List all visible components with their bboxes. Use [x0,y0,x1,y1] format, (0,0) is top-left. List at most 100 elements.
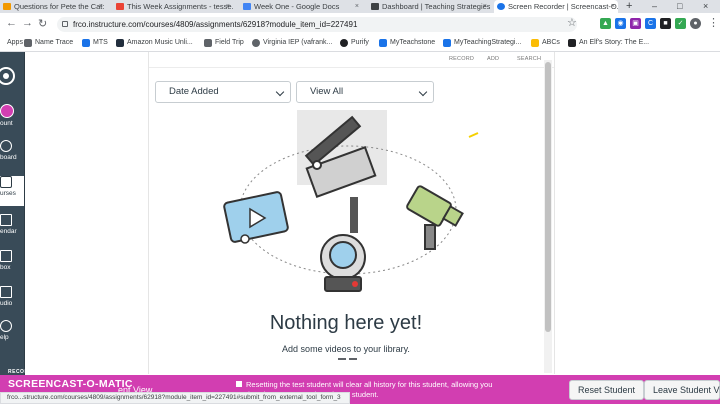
play-video-icon [223,191,289,244]
browser-tab-bar: Questions for Pete the Cat: I Lo... × Th… [0,0,720,13]
amazon-icon [116,39,124,47]
global-navigation: ount board urses endar box udio elp [0,52,25,375]
profile-avatar[interactable]: ● [690,18,701,29]
bookmark-virginia-iep[interactable]: Virginia IEP (vafrank... [252,35,332,51]
bookmark-amazon-music[interactable]: Amazon Music Unli... [116,35,193,51]
bookmark-field-trip[interactable]: Field Trip [204,35,244,51]
divider [149,67,554,68]
tab-gmail[interactable]: This Week Assignments - tesse... × [113,0,233,13]
sort-select[interactable]: Date Added [155,81,291,103]
search-action[interactable]: SEARCH [517,56,541,62]
add-action[interactable]: ADD [487,56,499,62]
bookmark-myteachingstrategies[interactable]: MyTeachingStrategi... [443,35,521,51]
empty-state-title: Nothing here yet! [269,312,423,334]
doc-favicon-icon [3,3,11,10]
nav-label: elp [0,334,9,341]
extension-c-icon[interactable]: C [645,18,656,29]
bookmark-icon [24,39,32,47]
url-bar[interactable]: frco.instructure.com/courses/4809/assign… [57,17,577,32]
forward-icon[interactable]: → [22,17,33,29]
nav-help[interactable]: elp [0,320,24,350]
tab-label: Screen Recorder | Screencast-O... [508,2,618,11]
bookmark-label: Name Trace [35,39,74,46]
menu-icon[interactable]: ⋮ [708,16,719,29]
star-icon[interactable]: ☆ [567,16,577,29]
window-close-button[interactable]: × [703,0,708,13]
nav-dashboard[interactable]: board [0,140,24,170]
view-select[interactable]: View All [296,81,434,103]
inbox-icon [0,250,12,262]
sort-select-value: Date Added [169,86,219,97]
maximize-button[interactable]: □ [677,0,682,13]
bookmark-icon [568,39,576,47]
nav-studio[interactable]: udio [0,286,24,316]
watermark-main: SCREENCAST-O-MATIC [8,378,133,390]
bookmark-name-trace[interactable]: Name Trace [24,35,73,51]
close-icon[interactable]: × [355,0,359,13]
tab-screencast[interactable]: Screen Recorder | Screencast-O... × [494,0,618,13]
address-toolbar: ← → ↻ frco.instructure.com/courses/4809/… [0,13,720,35]
webcam-icon [320,234,366,292]
new-tab-button[interactable]: + [626,0,632,13]
screencast-icon [497,3,505,10]
bookmark-icon [443,39,451,47]
bookmark-label: ABCs [542,39,560,46]
bookmark-icon [340,39,348,47]
bookmark-mts[interactable]: MTS [82,35,108,51]
tab-teaching-strategies[interactable]: Dashboard | Teaching Strategies × [368,0,490,13]
calendar-icon [0,214,12,226]
lock-icon [62,21,68,27]
bookmark-label: Field Trip [215,39,244,46]
nav-inbox[interactable]: box [0,250,24,280]
nav-label: endar [0,228,17,235]
pagination-dots [338,358,358,360]
tab-label: Dashboard | Teaching Strategies [382,2,490,11]
close-icon[interactable]: × [483,0,487,13]
bookmark-label: Apps [7,39,23,46]
close-icon[interactable]: × [611,0,615,13]
tab-google-docs[interactable]: Week One - Google Docs × [240,0,362,13]
url-text: frco.instructure.com/courses/4809/assign… [73,20,358,29]
nav-courses[interactable]: urses [0,176,24,206]
help-icon [0,320,12,332]
reset-student-button[interactable]: Reset Student [569,380,645,400]
tab-pete-the-cat[interactable]: Questions for Pete the Cat: I Lo... × [0,0,106,13]
drive-extension-icon[interactable]: ▲ [600,18,611,29]
nav-label: box [0,264,11,271]
nav-logo[interactable] [0,66,24,92]
bookmark-myteachstone[interactable]: MyTeachstone [379,35,435,51]
bookmark-purify[interactable]: Purify [340,35,369,51]
bookmarks-bar: Apps Name Trace MTS Amazon Music Unli...… [0,35,720,52]
back-icon[interactable]: ← [6,17,17,29]
nav-label: board [0,154,17,161]
studio-icon [0,286,12,298]
extension-purple-icon[interactable]: ▣ [630,18,641,29]
extension-green-icon[interactable]: ✓ [675,18,686,29]
bookmark-abcs[interactable]: ABCs [531,35,560,51]
close-icon[interactable]: × [99,0,103,13]
spark-mark [468,132,479,138]
empty-state-subtitle: Add some videos to your library. [282,344,410,354]
empty-library-illustration [223,110,479,292]
bookmark-apps[interactable]: Apps [0,35,23,51]
nav-label: ount [0,120,13,127]
extension-black-icon[interactable]: ■ [660,18,671,29]
extension-blue-icon[interactable]: ◉ [615,18,626,29]
nav-label: urses [0,190,16,197]
bookmark-label: Amazon Music Unli... [127,39,193,46]
record-action[interactable]: RECORD [449,56,474,62]
chevron-down-icon [418,87,428,97]
nav-account[interactable]: ount [0,104,24,134]
scrollbar-thumb[interactable] [545,62,551,332]
tab-label: Questions for Pete the Cat: I Lo... [14,2,106,11]
bookmark-elfs-story[interactable]: An Elf's Story: The E... [568,35,649,51]
bookmark-label: Purify [351,39,369,46]
leave-student-view-button[interactable]: Leave Student View [644,380,720,400]
minimize-button[interactable]: – [652,0,657,13]
bookmark-label: MTS [93,39,108,46]
nav-calendar[interactable]: endar [0,214,24,244]
canvas-logo-icon [0,67,15,85]
reload-icon[interactable]: ↻ [38,17,47,30]
tab-label: This Week Assignments - tesse... [127,2,233,11]
close-icon[interactable]: × [226,0,230,13]
